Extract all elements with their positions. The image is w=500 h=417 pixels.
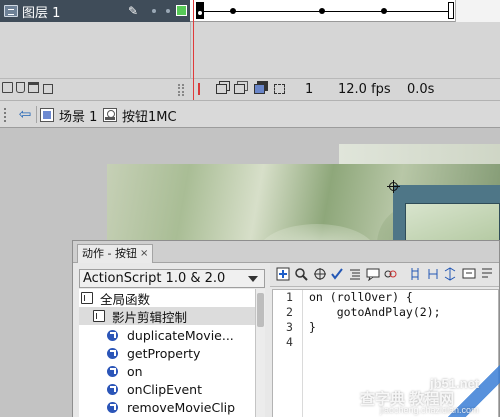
script-toolbar [270,263,499,287]
code-line[interactable]: on (rollOver) { [309,290,441,305]
apply-line-comment-icon[interactable] [480,267,494,281]
code-line[interactable]: gotoAndPlay(2); [309,305,441,320]
check-syntax-icon[interactable] [330,267,344,281]
tree-item-global-functions[interactable]: 全局函数 [81,289,150,307]
timeline-status-bar: 1 12.0 fps 0.0s [0,78,500,100]
tree-item-action[interactable]: duplicateMovie... [107,326,234,344]
grip-handle[interactable] [4,108,8,122]
auto-format-icon[interactable] [348,267,362,281]
tree-item-label: onClipEvent [127,381,202,397]
watermark-url: jiaocheng.chazidian.com [380,405,479,415]
timeline-panel: 图层 1 ✎ 1 12.0 fps 0.0s [0,0,500,100]
keyframe-dot[interactable] [230,8,236,14]
close-icon[interactable]: × [140,245,148,263]
insert-target-path-icon[interactable] [313,267,327,281]
action-icon [107,365,118,377]
debug-options-icon[interactable] [383,267,397,281]
tree-item-action[interactable]: removeMovieClip [107,398,235,416]
language-select[interactable]: ActionScript 1.0 & 2.0 [79,269,265,288]
chevron-down-icon [248,276,258,282]
tree-item-action[interactable]: onClipEvent [107,380,202,398]
tree-item-label: getProperty [127,345,201,361]
scene-icon [40,108,54,122]
tree-item-action[interactable]: on [107,362,143,380]
breadcrumb-scene[interactable]: 场景 1 [40,106,98,125]
playhead[interactable] [193,0,194,100]
tree-scrollbar[interactable] [255,289,265,417]
panel-tab-bar: 动作 - 按钮 × [73,241,499,263]
movieclip-symbol-icon [103,108,117,122]
code-text[interactable]: on (rollOver) { gotoAndPlay(2); } [309,290,441,350]
new-folder-icon[interactable] [28,82,39,93]
keyframe-start[interactable] [196,2,204,19]
onion-outline-icon[interactable] [234,84,245,94]
lock-dot[interactable] [166,9,170,13]
keyframe-dot[interactable] [381,8,387,14]
layer-icon [4,5,18,17]
layer-row[interactable]: 图层 1 ✎ [0,0,190,22]
frames-row[interactable] [190,0,500,22]
edit-multiple-frames-icon[interactable] [254,84,265,94]
action-icon [107,401,118,413]
book-icon [81,292,93,304]
line-number: 4 [286,335,293,349]
code-line[interactable] [309,335,441,350]
action-icon [107,347,118,359]
layer-name[interactable]: 图层 1 [22,2,60,21]
line-number: 2 [286,305,293,319]
breadcrumb-symbol[interactable]: 按钮1MC [103,106,177,125]
tree-item-action[interactable]: getProperty [107,344,200,362]
tree-item-label: duplicateMovie... [127,327,234,343]
action-icon [107,383,118,395]
add-guide-icon[interactable] [16,82,25,93]
breadcrumb-label: 按钮1MC [122,109,177,125]
scrollbar-thumb[interactable] [257,293,264,327]
expand-all-icon[interactable] [443,267,457,281]
action-icon [107,329,118,341]
apply-block-comment-icon[interactable] [462,267,476,281]
add-item-icon[interactable] [276,267,290,281]
tree-item-label: 影片剪辑控制 [112,309,188,325]
show-code-hint-icon[interactable] [366,267,380,281]
separator [36,106,37,123]
tree-item-movieclip-control[interactable]: 影片剪辑控制 [79,307,255,325]
elapsed-time: 0.0s [407,82,435,97]
tree-item-label: 全局函数 [100,291,151,307]
breadcrumb-label: 场景 1 [59,109,98,125]
resize-grip[interactable] [178,84,184,96]
background-image-top [339,144,500,166]
end-frame[interactable] [448,2,454,19]
line-number-gutter: 1 2 3 4 [273,290,303,417]
onion-skin-icon[interactable] [216,84,227,94]
edit-bar: ⇦ 场景 1 按钮1MC [0,100,500,128]
layer-buttons [2,82,53,94]
find-icon[interactable] [294,267,308,281]
modify-markers-icon[interactable] [274,84,285,94]
tab-title: 动作 - 按钮 [82,247,137,260]
actions-toolbox-tree: 全局函数 影片剪辑控制 duplicateMovie... getPropert… [79,289,255,417]
tree-item-label: removeMovieClip [127,399,236,415]
center-frame-icon[interactable] [196,83,202,95]
collapse-between-braces-icon[interactable] [408,267,422,281]
language-select-value: ActionScript 1.0 & 2.0 [83,271,226,286]
collapse-selection-icon[interactable] [426,267,440,281]
new-layer-icon[interactable] [2,82,13,93]
frame-rate[interactable]: 12.0 fps [338,82,391,97]
tab-actions[interactable]: 动作 - 按钮 × [77,244,154,263]
keyframe-dot[interactable] [319,8,325,14]
line-number: 3 [286,320,293,334]
current-frame: 1 [305,82,314,97]
code-line[interactable]: } [309,320,441,335]
line-number: 1 [286,290,293,304]
book-icon [93,310,105,322]
registration-point-icon [387,180,400,193]
delete-layer-icon[interactable] [42,82,53,94]
tree-item-label: on [127,363,143,379]
frame-span-line [204,11,450,12]
pencil-icon[interactable]: ✎ [128,4,138,18]
back-arrow-icon[interactable]: ⇦ [16,105,34,123]
outline-color-square[interactable] [176,5,187,16]
empty-frames [455,0,500,22]
visibility-dot[interactable] [152,9,156,13]
